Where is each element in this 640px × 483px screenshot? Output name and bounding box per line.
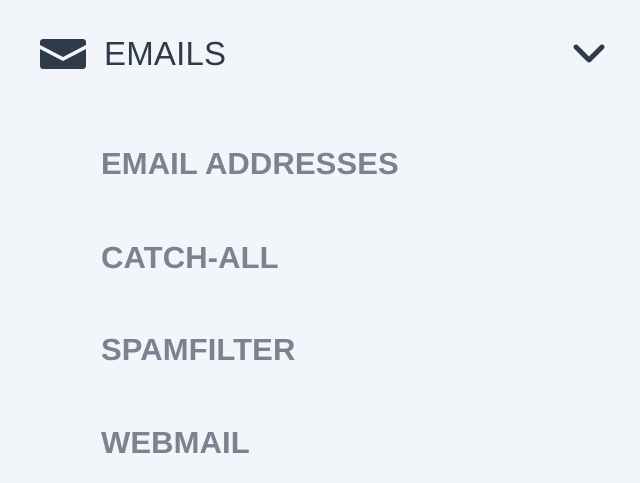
emails-nav-section: EMAILS EMAIL ADDRESSES CATCH-ALL SPAMFIL…: [0, 0, 640, 483]
submenu-item-label: WEBMAIL: [101, 425, 250, 460]
submenu-item-label: EMAIL ADDRESSES: [101, 146, 399, 181]
submenu-item-label: SPAMFILTER: [101, 332, 296, 367]
emails-submenu: EMAIL ADDRESSES CATCH-ALL SPAMFILTER WEB…: [0, 0, 640, 483]
submenu-item-label: CATCH-ALL: [101, 240, 279, 275]
submenu-item-webmail[interactable]: WEBMAIL: [0, 413, 640, 473]
submenu-item-email-addresses[interactable]: EMAIL ADDRESSES: [0, 134, 640, 194]
submenu-item-spamfilter[interactable]: SPAMFILTER: [0, 320, 640, 380]
submenu-item-catch-all[interactable]: CATCH-ALL: [0, 228, 640, 288]
